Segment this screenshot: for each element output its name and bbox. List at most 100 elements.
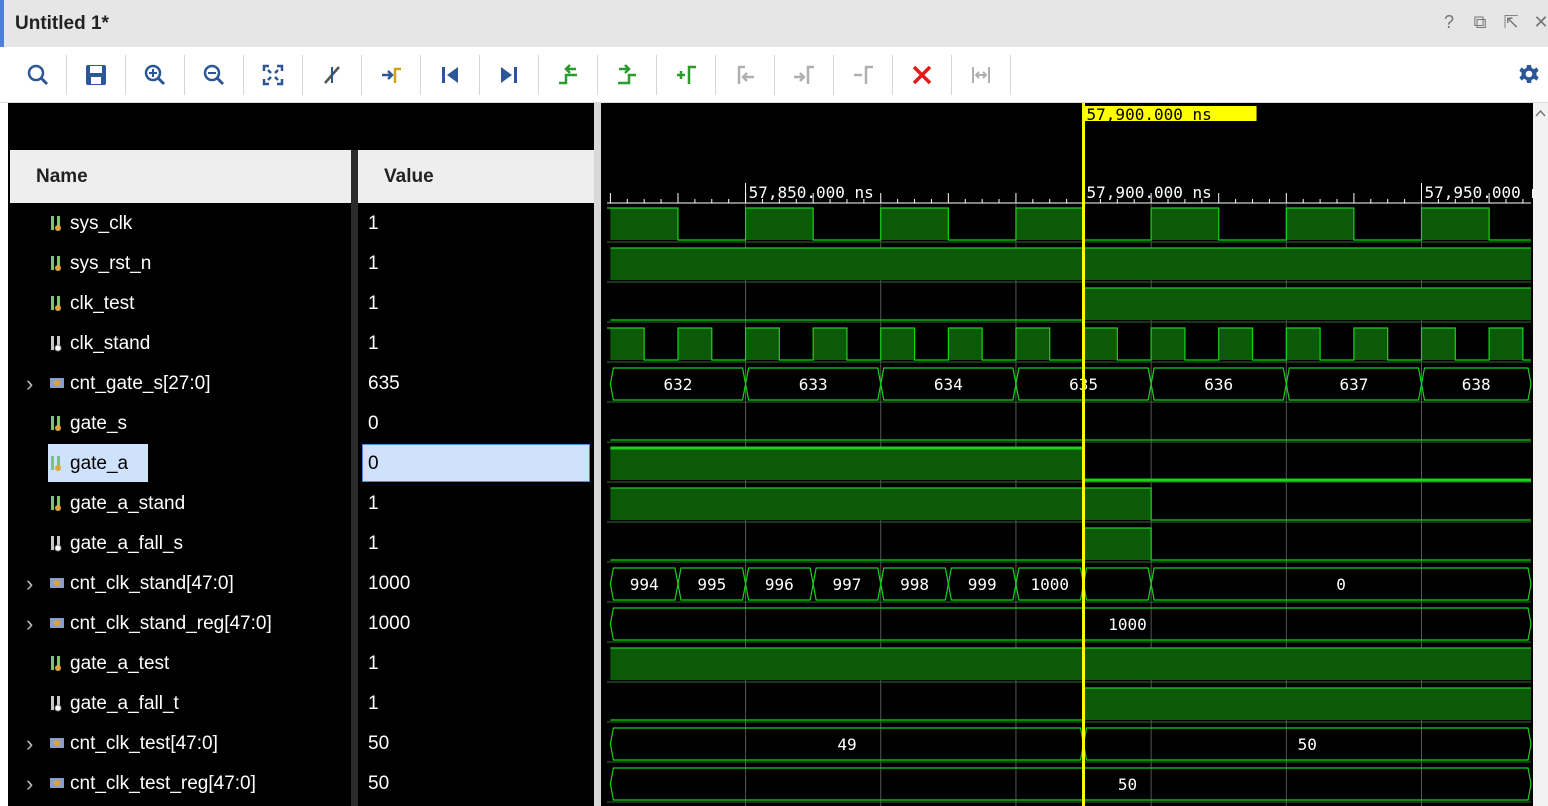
go-to-end-icon[interactable] xyxy=(493,59,525,91)
zoom-out-icon[interactable] xyxy=(198,59,230,91)
bit-signal-icon xyxy=(51,216,61,231)
bus-value-label: 998 xyxy=(900,575,929,594)
toolbar-separator xyxy=(361,55,362,95)
signal-value[interactable]: 1 xyxy=(368,484,379,524)
signal-row-name[interactable]: › cnt_gate_s[27:0] xyxy=(10,364,351,404)
signal-row-name[interactable]: gate_a_test xyxy=(10,644,351,684)
wave-high-fill xyxy=(1218,328,1253,360)
signal-value[interactable]: 1 xyxy=(368,684,379,724)
expand-chevron-icon[interactable]: › xyxy=(26,611,33,637)
signal-row-name[interactable]: › cnt_clk_test[47:0] xyxy=(10,724,351,764)
zoom-in-icon[interactable] xyxy=(139,59,171,91)
name-header-label: Name xyxy=(36,166,88,187)
toolbar-separator xyxy=(420,55,421,95)
signal-row-name[interactable]: clk_stand xyxy=(10,324,351,364)
toolbar-separator xyxy=(656,55,657,95)
waveform-canvas[interactable]: 57,850.000 ns 57,900.000 ns 57,950.000 ns 6… xyxy=(601,103,1533,806)
delete-all-icon[interactable] xyxy=(906,59,938,91)
signal-row-name[interactable]: gate_a xyxy=(10,444,351,484)
signal-name: cnt_clk_stand_reg[47:0] xyxy=(70,613,272,634)
swap-cursors-icon[interactable] xyxy=(965,59,997,91)
signal-value[interactable]: 1 xyxy=(368,244,379,284)
signal-row-name[interactable]: gate_a_stand xyxy=(10,484,351,524)
wave-high-fill xyxy=(610,648,1531,680)
signal-row-name[interactable]: sys_rst_n xyxy=(10,244,351,284)
signal-value[interactable]: 1 xyxy=(368,644,379,684)
gear-icon[interactable] xyxy=(1513,59,1545,91)
column-splitter[interactable] xyxy=(351,150,358,806)
wave-high-fill xyxy=(677,328,712,360)
toolbar-separator xyxy=(597,55,598,95)
wave-high-fill xyxy=(1286,208,1354,240)
signal-value[interactable]: 1 xyxy=(368,324,379,364)
previous-marker-icon[interactable] xyxy=(729,59,761,91)
value-column-header[interactable]: Value xyxy=(358,150,594,203)
signal-name: gate_a xyxy=(70,453,129,474)
wave-high-fill xyxy=(610,248,1531,280)
bus-signal-icon xyxy=(50,778,64,788)
bus-value-label: 637 xyxy=(1339,375,1368,394)
next-transition-icon[interactable] xyxy=(611,59,643,91)
signal-value[interactable]: 1 xyxy=(368,284,379,324)
zoom-fit-icon[interactable] xyxy=(257,59,289,91)
signal-value[interactable]: 0 xyxy=(368,444,379,484)
signal-row-name[interactable]: gate_a_fall_s xyxy=(10,524,351,564)
waveform-toolbar xyxy=(0,47,1548,103)
expand-chevron-icon[interactable]: › xyxy=(26,571,33,597)
wave-high-fill xyxy=(610,488,1152,520)
signal-value[interactable]: 50 xyxy=(368,764,389,804)
signal-value[interactable]: 1 xyxy=(368,524,379,564)
cursor-to-zero-icon[interactable] xyxy=(316,59,348,91)
signal-name: sys_clk xyxy=(70,213,133,234)
bus-value-label: 997 xyxy=(833,575,862,594)
bus-value-label: 994 xyxy=(630,575,659,594)
internal-signal-icon xyxy=(51,696,62,712)
signal-value[interactable]: 1000 xyxy=(368,564,410,604)
expand-chevron-icon[interactable]: › xyxy=(26,371,33,397)
signal-row-name[interactable]: gate_a_fall_t xyxy=(10,684,351,724)
name-column-header[interactable]: Name xyxy=(10,150,351,203)
toolbar-separator xyxy=(538,55,539,95)
bus-value-label: 634 xyxy=(934,375,963,394)
signal-value[interactable]: 0 xyxy=(368,404,379,444)
help-icon[interactable]: ? xyxy=(1438,12,1460,33)
internal-signal-icon xyxy=(51,536,62,552)
go-to-cursor-icon[interactable] xyxy=(375,59,407,91)
signal-row-name[interactable]: › cnt_clk_test_reg[47:0] xyxy=(10,764,351,804)
wave-high-fill xyxy=(813,328,847,360)
signal-row-name[interactable]: clk_test xyxy=(10,284,351,324)
close-icon[interactable]: ✕ xyxy=(1530,12,1548,33)
signal-row-name[interactable]: gate_s xyxy=(10,404,351,444)
wave-high-fill xyxy=(1083,288,1531,320)
signal-row-name[interactable]: › cnt_clk_stand_reg[47:0] xyxy=(10,604,351,644)
waveform-svg[interactable]: 57,850.000 ns 57,900.000 ns 57,950.000 ns 6… xyxy=(601,103,1533,806)
window-title: Untitled 1* xyxy=(15,13,109,34)
next-marker-icon[interactable] xyxy=(788,59,820,91)
pane-splitter[interactable] xyxy=(594,103,601,806)
signal-value[interactable]: 1 xyxy=(368,204,379,244)
bus-segment xyxy=(1082,567,1152,601)
signal-value[interactable]: 1000 xyxy=(368,604,410,644)
go-to-start-icon[interactable] xyxy=(434,59,466,91)
wave-high-fill xyxy=(1353,328,1388,360)
signal-value[interactable]: 635 xyxy=(368,364,400,404)
add-marker-icon[interactable] xyxy=(670,59,702,91)
signal-row-name[interactable]: › cnt_clk_stand[47:0] xyxy=(10,564,351,604)
expand-chevron-icon[interactable]: › xyxy=(26,771,33,797)
float-icon[interactable]: ⇱ xyxy=(1500,12,1522,33)
vertical-scrollbar[interactable] xyxy=(1533,103,1548,806)
restore-icon[interactable]: ⧉ xyxy=(1469,12,1491,33)
signal-value[interactable]: 50 xyxy=(368,724,389,764)
expand-chevron-icon[interactable]: › xyxy=(26,731,33,757)
bus-value-label: 50 xyxy=(1118,775,1137,794)
save-icon[interactable] xyxy=(80,59,112,91)
delete-marker-icon[interactable] xyxy=(847,59,879,91)
signal-name: gate_a_stand xyxy=(70,493,186,514)
internal-signal-icon xyxy=(51,336,62,352)
search-icon[interactable] xyxy=(22,59,54,91)
toolbar-separator xyxy=(243,55,244,95)
wave-high-fill xyxy=(1421,328,1456,360)
signal-name: cnt_clk_stand[47:0] xyxy=(70,573,234,594)
signal-row-name[interactable]: sys_clk xyxy=(10,204,351,244)
previous-transition-icon[interactable] xyxy=(552,59,584,91)
